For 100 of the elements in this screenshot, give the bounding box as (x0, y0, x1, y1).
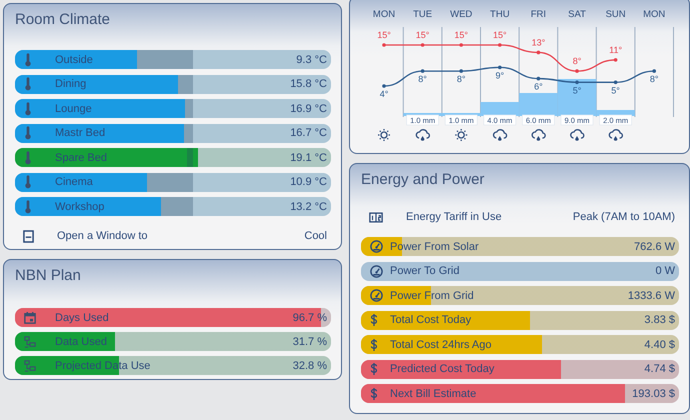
network-icon (24, 360, 36, 372)
row-value: 3.83 $ (644, 314, 675, 326)
row-value: 19.1 °C (290, 152, 327, 164)
row-value: 31.7 % (292, 336, 327, 348)
dollar-icon (370, 362, 378, 376)
temperature-point (652, 69, 656, 73)
gauge-icon (370, 264, 383, 278)
row-label: Lounge (55, 102, 92, 114)
row-label: Days Used (55, 312, 109, 324)
thermometer-icon (24, 175, 32, 189)
gauge-icon (370, 240, 383, 253)
setpoint-shade (186, 148, 193, 167)
calendar-icon (24, 312, 36, 324)
row-value: 15.8 °C (290, 78, 327, 90)
temperature-point (382, 84, 386, 88)
thermometer-icon (24, 126, 32, 140)
card-title: Room Climate (14, 10, 112, 30)
row-value: 32.8 % (292, 360, 327, 372)
thermometer-icon (24, 200, 32, 214)
network-icon (24, 336, 36, 348)
row-label: Outside (55, 54, 93, 66)
gauge-icon (370, 289, 383, 302)
sun-icon (377, 128, 391, 142)
row-label: Power To Grid (390, 265, 460, 277)
row-label: Total Cost Today (390, 314, 472, 326)
row-value: 9.3 °C (296, 54, 327, 66)
row-label: Mastr Bed (55, 127, 106, 139)
row-value: 10.9 °C (290, 176, 327, 188)
row-label: Spare Bed (55, 152, 107, 164)
card-title: NBN Plan (14, 266, 82, 286)
temperature-point (459, 43, 463, 47)
temperature-label: 11° (609, 44, 622, 55)
row-value: 762.6 W (634, 240, 675, 252)
row-value: 4.74 $ (644, 363, 675, 375)
day-label: SAT (568, 9, 586, 20)
window-icon (23, 230, 34, 242)
day-label: WED (450, 9, 472, 20)
dollar-icon (370, 338, 378, 352)
dollar-icon (370, 386, 378, 400)
temperature-label: 8° (456, 74, 466, 84)
setpoint-shade (147, 172, 193, 192)
setpoint-shade (136, 50, 193, 69)
row-label: Cinema (55, 176, 93, 188)
day-label: MON (643, 9, 666, 20)
day-label: THU (490, 9, 510, 20)
row-value: 0 W (655, 265, 675, 277)
temperature-label: 8° (418, 74, 427, 84)
temperature-point (420, 43, 424, 47)
sun-icon (454, 128, 468, 142)
temperature-point (498, 43, 502, 47)
temperature-label: 15° (454, 30, 468, 40)
day-label: SUN (606, 9, 626, 20)
temperature-point (614, 58, 618, 62)
temperature-point (382, 43, 386, 47)
setpoint-shade (185, 99, 193, 118)
row-value: 193.03 $ (632, 388, 675, 400)
thermometer-icon (24, 77, 32, 91)
row-value: 16.7 °C (290, 127, 327, 139)
rain-cloud-icon (608, 129, 623, 141)
temperature-label: 4° (380, 89, 388, 100)
day-label: MON (372, 9, 396, 20)
temperature-label: 15° (492, 30, 507, 40)
row-label: Predicted Cost Today (390, 363, 494, 375)
row-value: 16.9 °C (290, 102, 327, 114)
setpoint-shade (160, 197, 193, 216)
row-label: Dining (55, 78, 86, 90)
rain-cloud-icon (416, 129, 430, 141)
row-label: Data Used (55, 336, 107, 348)
dollar-icon (370, 313, 378, 327)
row-label: Total Cost 24hrs Ago (390, 338, 492, 350)
status-value: Cool (304, 230, 327, 242)
thermometer-icon (24, 150, 32, 164)
temperature-point (420, 69, 424, 73)
temperature-point (459, 69, 463, 73)
temperature-label: 5° (572, 85, 582, 96)
temperature-point (575, 80, 579, 84)
temperature-label: 5° (611, 85, 620, 96)
tariff-label: Energy Tariff in Use (406, 211, 502, 223)
setpoint-shade (178, 74, 193, 94)
temperature-label: 8° (572, 56, 582, 66)
card-title: Energy and Power (360, 170, 486, 190)
temperature-label: 6° (534, 82, 543, 92)
temperature-point (614, 80, 618, 84)
thermometer-icon (24, 102, 32, 116)
temperature-label: 8° (650, 74, 658, 84)
temperature-label: 13° (532, 37, 546, 48)
row-label: Workshop (55, 200, 104, 212)
tariff-icon (369, 212, 383, 222)
row-label: Next Bill Estimate (390, 388, 476, 400)
temperature-point (536, 50, 540, 54)
rain-cloud-icon (532, 129, 546, 141)
day-label: FRI (530, 9, 546, 20)
setpoint-shade (184, 124, 193, 142)
temperature-label: 15° (377, 30, 391, 40)
day-label: TUE (413, 9, 432, 20)
temperature-label: 9° (496, 70, 504, 80)
rain-cloud-icon (570, 129, 584, 141)
row-value: 4.40 $ (644, 338, 675, 350)
row-value: 1333.6 W (628, 290, 675, 302)
temperature-point (575, 69, 579, 73)
